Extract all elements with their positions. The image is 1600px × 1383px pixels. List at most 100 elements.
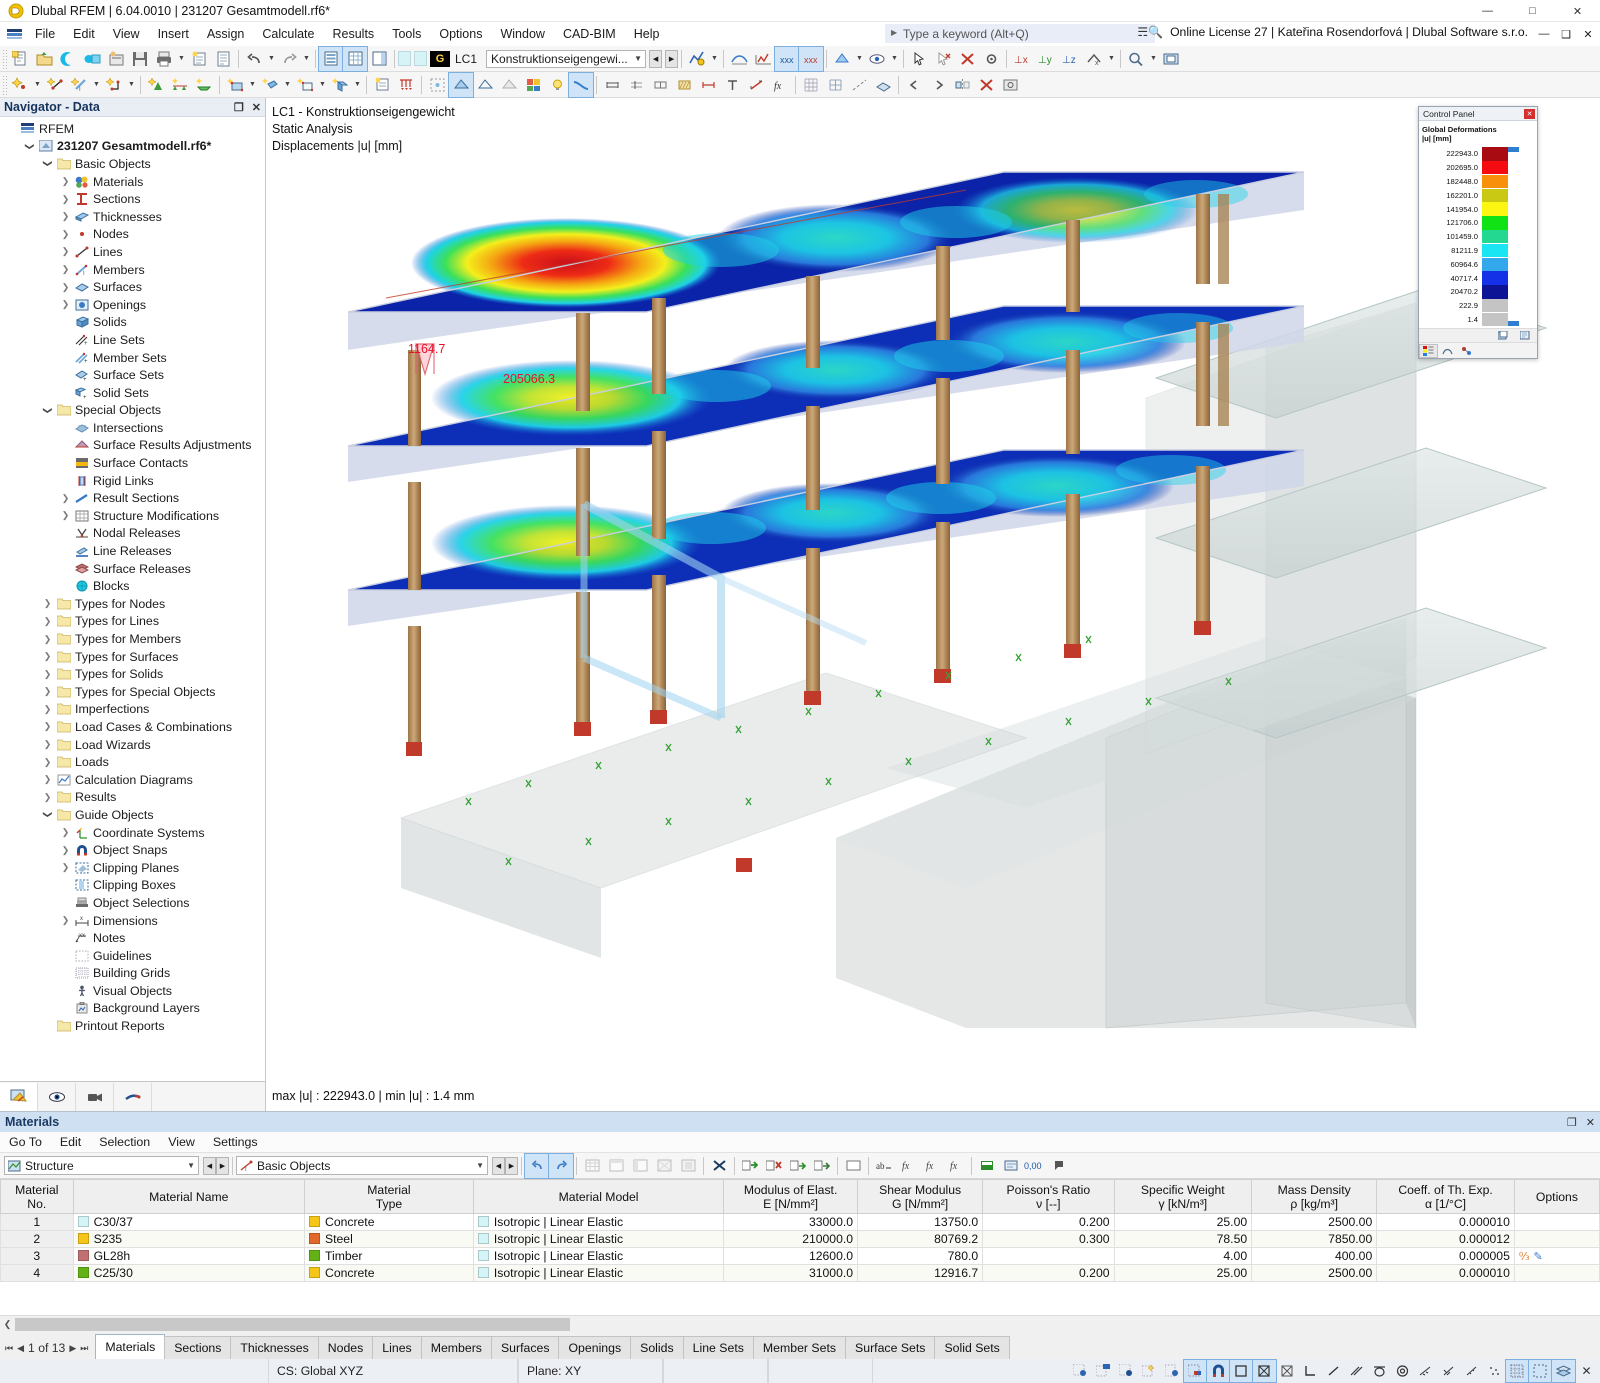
section-view-3-button[interactable]	[648, 73, 672, 97]
column-header[interactable]: Poisson's Ratioν [--]	[983, 1180, 1114, 1214]
select-objects-button[interactable]	[907, 47, 931, 71]
cell-material-name[interactable]: C30/37	[73, 1214, 304, 1231]
tree-item-materials[interactable]: ❯Materials	[0, 173, 265, 191]
navigator-close-icon[interactable]: ✕	[252, 101, 261, 114]
cloud-open-button[interactable]	[56, 47, 80, 71]
first-page-icon[interactable]: ⏮	[5, 1343, 13, 1354]
tree-item-surface-contacts[interactable]: Surface Contacts	[0, 454, 265, 472]
tree-item-members[interactable]: ❯IMembers	[0, 261, 265, 279]
menu-item-calculate[interactable]: Calculate	[253, 24, 323, 44]
column-header[interactable]: Specific Weightγ [kN/m³]	[1114, 1180, 1252, 1214]
table-row[interactable]: 2S235SteelIsotropic | Linear Elastic2100…	[1, 1231, 1600, 1248]
table-redo-button[interactable]	[549, 1154, 573, 1178]
chevron-down-icon[interactable]: ❯	[24, 139, 35, 154]
chevron-right-icon[interactable]: ❯	[40, 757, 55, 768]
table-row[interactable]: 3GL28hTimberIsotropic | Linear Elastic12…	[1, 1248, 1600, 1265]
legend-edit-icon[interactable]	[1515, 329, 1534, 343]
grid-new-icon[interactable]	[1092, 1360, 1115, 1382]
cell-poissons-ratio[interactable]: 0.200	[983, 1265, 1114, 1282]
print-button[interactable]	[152, 47, 176, 71]
cell-shear-modulus[interactable]: 13750.0	[858, 1214, 983, 1231]
tree-item-solid-sets[interactable]: +Solid Sets	[0, 384, 265, 402]
window-controls[interactable]: — □ ✕	[1465, 0, 1600, 22]
column-header[interactable]: Modulus of Elast.E [N/mm²]	[724, 1180, 858, 1214]
menu-item-edit[interactable]: Edit	[64, 24, 104, 44]
hatch-pattern-button[interactable]	[672, 73, 696, 97]
visibility-button[interactable]	[865, 47, 889, 71]
menu-item-tools[interactable]: Tools	[383, 24, 430, 44]
tree-item-surface-sets[interactable]: +Surface Sets	[0, 366, 265, 384]
tree-item-building-grids[interactable]: Building Grids	[0, 965, 265, 983]
legend-range-slider[interactable]	[1508, 244, 1520, 258]
tree-item-intersections[interactable]: Intersections	[0, 419, 265, 437]
tree-item-printout-reports[interactable]: Printout Reports	[0, 1017, 265, 1035]
control-panel-close-icon[interactable]: ✕	[1524, 109, 1535, 119]
zoom-dropdown-arrow[interactable]: ▼	[1148, 47, 1159, 71]
load-case-new-button[interactable]	[370, 73, 394, 97]
close-button[interactable]: ✕	[1555, 0, 1600, 22]
table-tab-openings[interactable]: Openings	[558, 1336, 631, 1359]
tree-item-guide-objects[interactable]: ❯Guide Objects	[0, 806, 265, 824]
chevron-down-icon[interactable]: ❯	[42, 156, 53, 171]
grid-display-button[interactable]	[799, 73, 823, 97]
legend-range-slider[interactable]	[1508, 230, 1520, 244]
mirror-button[interactable]	[950, 73, 974, 97]
load-case-next-button[interactable]: ▶	[665, 50, 678, 68]
keyword-search-input[interactable]: ▶ Type a keyword (Alt+Q)	[885, 24, 1155, 43]
lighting-button[interactable]	[545, 73, 569, 97]
table-delete-button[interactable]	[707, 1154, 731, 1178]
new-model-button[interactable]	[8, 47, 32, 71]
text-note-button[interactable]	[720, 73, 744, 97]
cell-material-no[interactable]: 2	[1, 1231, 74, 1248]
chevron-right-icon[interactable]: ❯	[40, 774, 55, 785]
extend-snap-icon[interactable]	[1414, 1360, 1437, 1382]
table-grid-5-button[interactable]	[676, 1154, 700, 1178]
edit-icon[interactable]: ✎	[1534, 1251, 1543, 1263]
cell-options[interactable]	[1514, 1214, 1599, 1231]
table-grid-2-button[interactable]	[604, 1154, 628, 1178]
wireframe-button[interactable]	[473, 73, 497, 97]
tree-item-types-for-special-objects[interactable]: ❯Types for Special Objects	[0, 683, 265, 701]
new-solid-set-button[interactable]	[328, 73, 352, 97]
point-cloud-snap-icon[interactable]	[1483, 1360, 1506, 1382]
column-header[interactable]: Options	[1514, 1180, 1599, 1214]
doc-restore-button[interactable]: ❑	[1556, 24, 1576, 44]
load-case-prev-button[interactable]: ◀	[649, 50, 662, 68]
legend-range-slider[interactable]	[1508, 202, 1520, 216]
column-header[interactable]: Material Model	[473, 1180, 723, 1214]
solid-dropdown-arrow[interactable]: ▼	[282, 73, 293, 97]
cell-material-model[interactable]: Isotropic | Linear Elastic	[473, 1265, 723, 1282]
legend-range-slider[interactable]	[1508, 258, 1520, 272]
deformation-view-button[interactable]	[569, 73, 593, 97]
transparent-button[interactable]	[497, 73, 521, 97]
color-by-material-button[interactable]	[521, 73, 545, 97]
view-z-button[interactable]: ⊥z	[1058, 47, 1082, 71]
chevron-right-icon[interactable]: ❯	[40, 669, 55, 680]
tree-item-load-cases-combinations[interactable]: ❯Load Cases & Combinations	[0, 718, 265, 736]
chevron-right-icon[interactable]: ❯	[58, 845, 73, 856]
tree-item-types-for-members[interactable]: ❯Types for Members	[0, 630, 265, 648]
zoom-all-button[interactable]	[1159, 47, 1183, 71]
table-tab-solid-sets[interactable]: Solid Sets	[934, 1336, 1009, 1359]
show-values-button[interactable]: xxx	[775, 47, 799, 71]
tree-item-load-wizards[interactable]: ❯Load Wizards	[0, 736, 265, 754]
chevron-right-icon[interactable]: ❯	[58, 862, 73, 873]
cell-mass-density[interactable]: 2500.00	[1252, 1214, 1377, 1231]
cell-thermal-expansion[interactable]: 0.000012	[1377, 1231, 1515, 1248]
pan-right-button[interactable]	[926, 73, 950, 97]
result-diagram-button[interactable]	[751, 47, 775, 71]
chevron-right-icon[interactable]: ❯	[58, 194, 73, 205]
nodal-support-button[interactable]	[144, 73, 168, 97]
maximize-button[interactable]: □	[1510, 0, 1555, 22]
settings-button[interactable]	[979, 47, 1003, 71]
cell-options[interactable]: ↉✎	[1514, 1248, 1599, 1265]
minimize-button[interactable]: —	[1465, 0, 1510, 22]
tree-item-line-releases[interactable]: Line Releases	[0, 542, 265, 560]
column-header[interactable]: Mass Densityρ [kg/m³]	[1252, 1180, 1377, 1214]
fx-button[interactable]: fx	[768, 73, 792, 97]
chevron-right-icon[interactable]: ❯	[58, 176, 73, 187]
tree-item-structure-modifications[interactable]: ❯Structure Modifications	[0, 507, 265, 525]
render-mode-dropdown-arrow[interactable]: ▼	[854, 47, 865, 71]
tree-item-blocks[interactable]: Blocks	[0, 577, 265, 595]
move-row-up-button[interactable]	[786, 1154, 810, 1178]
